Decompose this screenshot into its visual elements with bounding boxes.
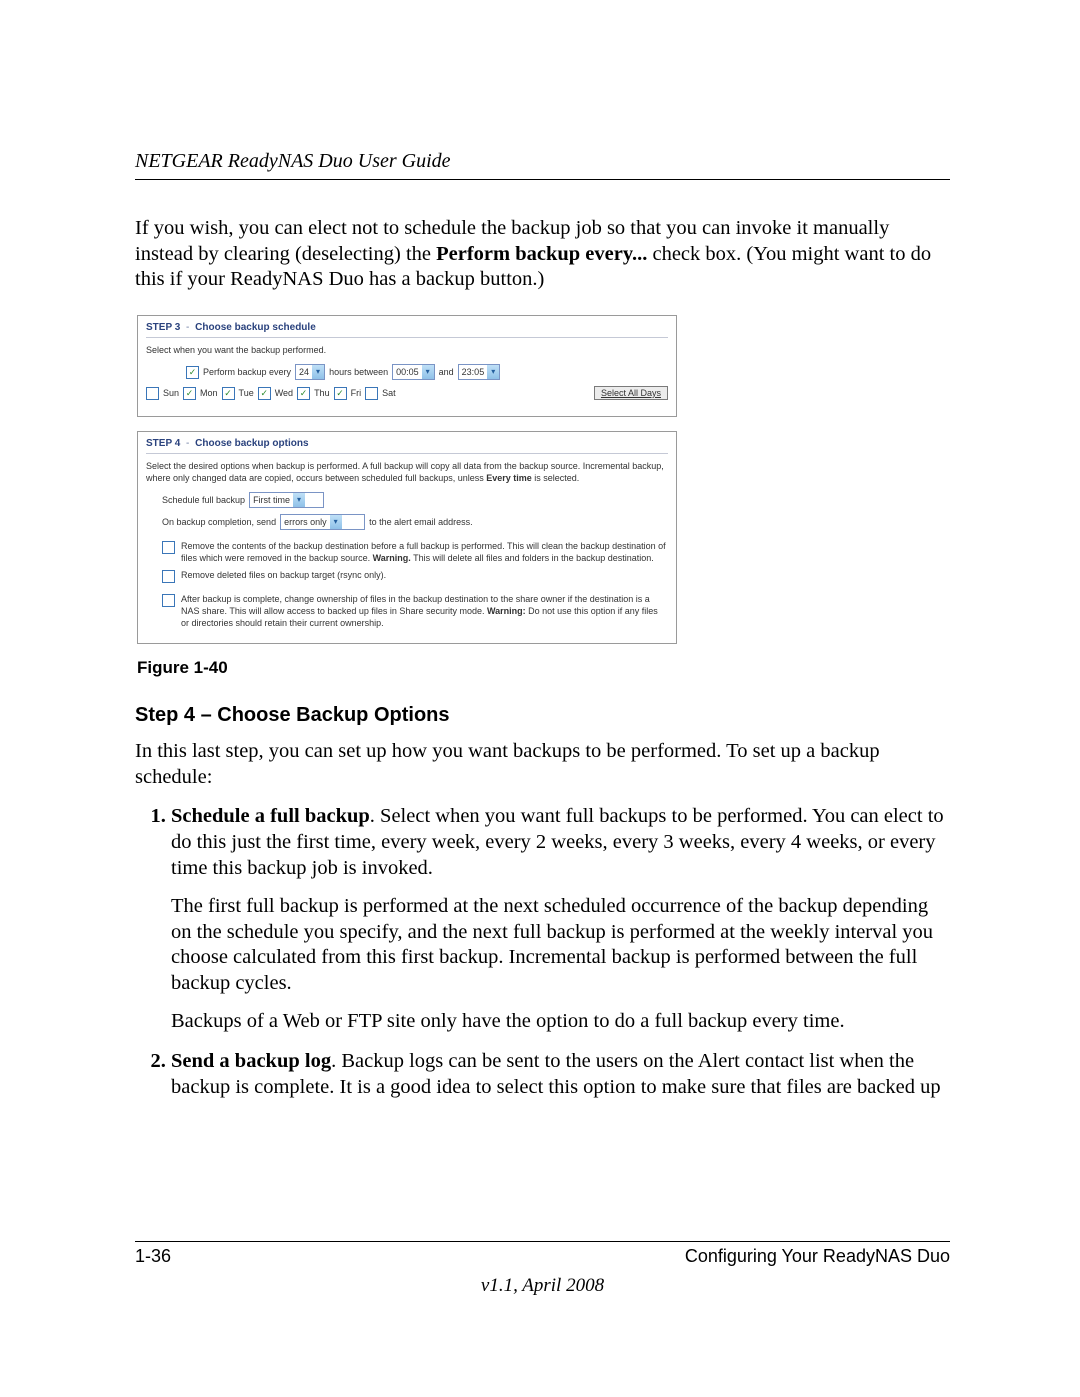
page-footer: 1-36 Configuring Your ReadyNAS Duo v1.1,… [135,1241,950,1297]
list-item-1-extra-2: Backups of a Web or FTP site only have t… [171,1009,950,1035]
completion-value: errors only [284,517,327,527]
step4-title-prefix: STEP 4 [146,438,180,449]
option1-checkbox[interactable]: ✓ [162,541,175,554]
option1-bold: Warning. [373,553,411,563]
footer-version: v1.1, April 2008 [135,1275,950,1297]
day-wed-check[interactable]: ✓ [258,387,271,400]
list-item-1-extra-1: The first full backup is performed at th… [171,894,950,997]
hours-between-label: hours between [329,367,388,377]
day-sun-check[interactable]: ✓ [146,387,159,400]
list-item-2-head: Send a backup log [171,1050,331,1072]
option1-row: ✓ Remove the contents of the backup dest… [162,540,668,564]
option2-checkbox[interactable]: ✓ [162,570,175,583]
figure-caption: Figure 1-40 [137,658,950,678]
step3-instruction: Select when you want the backup performe… [146,344,668,356]
list-item-1-head: Schedule a full backup [171,805,370,827]
option3-checkbox[interactable]: ✓ [162,594,175,607]
day-thu-label: Thu [314,388,330,398]
chevron-down-icon: ▾ [293,493,305,507]
option2-text: Remove deleted files on backup target (r… [181,569,386,583]
day-fri-label: Fri [351,388,362,398]
step4-title: STEP 4 - Choose backup options [146,438,668,454]
schedule-full-value: First time [253,495,290,505]
step4-instruct-p1: Select the desired options when backup i… [146,461,664,483]
perform-backup-checkbox[interactable]: ✓ [186,366,199,379]
intro-bold: Perform backup every... [436,243,647,265]
option3-text: After backup is complete, change ownersh… [181,593,668,629]
option2-row: ✓ Remove deleted files on backup target … [162,569,668,583]
schedule-full-select[interactable]: First time▾ [249,492,324,508]
option3-bold: Warning: [487,606,526,616]
intro-paragraph: If you wish, you can elect not to schedu… [135,216,950,293]
page-header-title: NETGEAR ReadyNAS Duo User Guide [135,150,950,180]
list-item-1: Schedule a full backup. Select when you … [171,804,950,1035]
hours-select-value: 24 [299,367,309,377]
step3-title-rest: Choose backup schedule [195,322,316,333]
days-row: ✓Sun ✓Mon ✓Tue ✓Wed ✓Thu ✓Fri ✓Sat Selec… [146,386,668,400]
footer-page-number: 1-36 [135,1246,171,1267]
step4-instruction: Select the desired options when backup i… [146,460,668,484]
and-label: and [439,367,454,377]
day-wed-label: Wed [275,388,293,398]
chevron-down-icon: ▾ [312,365,324,379]
day-thu-check[interactable]: ✓ [297,387,310,400]
schedule-full-label: Schedule full backup [162,495,245,505]
option1-p2: This will delete all files and folders i… [411,553,654,563]
day-sat-label: Sat [382,388,396,398]
document-page: NETGEAR ReadyNAS Duo User Guide If you w… [0,0,1080,1397]
completion-label-2: to the alert email address. [369,517,473,527]
select-all-days-button[interactable]: Select All Days [594,386,668,400]
perform-backup-label: Perform backup every [203,367,291,377]
completion-label-1: On backup completion, send [162,517,276,527]
step4-indent: Schedule full backup First time▾ On back… [162,492,668,629]
step4-instruct-bold: Every time [486,473,532,483]
end-time-select[interactable]: 23:05▾ [458,364,501,380]
step4-panel: STEP 4 - Choose backup options Select th… [137,431,677,644]
start-time-value: 00:05 [396,367,419,377]
day-sun-label: Sun [163,388,179,398]
option1-text: Remove the contents of the backup destin… [181,540,668,564]
step3-panel: STEP 3 - Choose backup schedule Select w… [137,315,677,417]
day-sat-check[interactable]: ✓ [365,387,378,400]
step3-title: STEP 3 - Choose backup schedule [146,322,668,338]
chevron-down-icon: ▾ [487,365,499,379]
step4-instruct-p2: is selected. [532,473,580,483]
step3-title-prefix: STEP 3 [146,322,180,333]
completion-row: On backup completion, send errors only▾ … [162,514,668,530]
figure-panel: STEP 3 - Choose backup schedule Select w… [137,315,677,644]
list-item-2: Send a backup log. Backup logs can be se… [171,1049,950,1101]
day-mon-label: Mon [200,388,218,398]
section-lead: In this last step, you can set up how yo… [135,739,950,790]
start-time-select[interactable]: 00:05▾ [392,364,435,380]
numbered-list: Schedule a full backup. Select when you … [135,804,950,1100]
step4-title-rest: Choose backup options [195,438,308,449]
completion-select[interactable]: errors only▾ [280,514,365,530]
chevron-down-icon: ▾ [422,365,434,379]
day-fri-check[interactable]: ✓ [334,387,347,400]
schedule-full-row: Schedule full backup First time▾ [162,492,668,508]
day-tue-check[interactable]: ✓ [222,387,235,400]
perform-backup-row: ✓ Perform backup every 24▾ hours between… [186,364,668,380]
option3-row: ✓ After backup is complete, change owner… [162,593,668,629]
chevron-down-icon: ▾ [330,515,342,529]
section-heading: Step 4 – Choose Backup Options [135,704,950,727]
hours-select[interactable]: 24▾ [295,364,325,380]
figure-wrapper: STEP 3 - Choose backup schedule Select w… [137,315,950,644]
footer-section-title: Configuring Your ReadyNAS Duo [685,1246,950,1267]
day-tue-label: Tue [239,388,254,398]
day-mon-check[interactable]: ✓ [183,387,196,400]
end-time-value: 23:05 [462,367,485,377]
